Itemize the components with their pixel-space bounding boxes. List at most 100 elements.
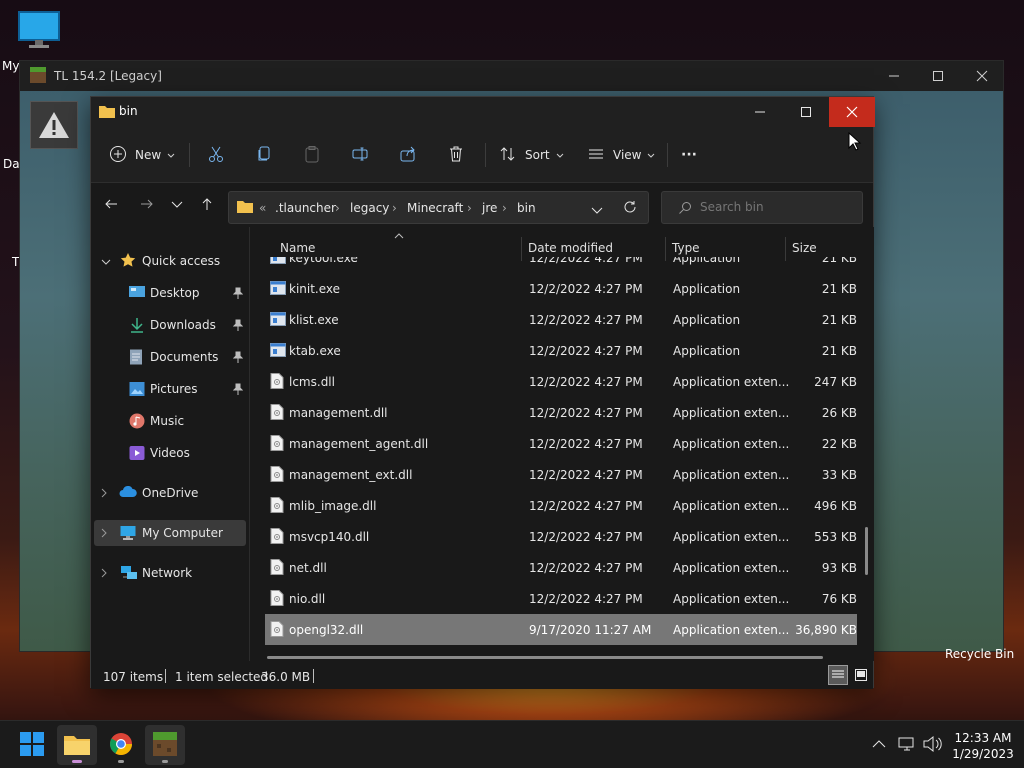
file-size: 496 KB [814,499,857,513]
sidebar-item-pictures[interactable]: Pictures [91,376,249,402]
file-date-modified: 12/2/2022 4:27 PM [529,561,643,575]
maximize-button[interactable] [783,97,829,127]
cut-button[interactable] [207,139,225,171]
sidebar-item-label: Documents [150,350,219,364]
search-input[interactable] [700,200,850,214]
sidebar-item-onedrive[interactable]: OneDrive [91,480,249,506]
volume-icon[interactable] [922,735,942,756]
launcher-minimize-button[interactable] [872,61,916,91]
new-label: New [135,148,162,162]
breadcrumb-bin[interactable]: bin [517,201,536,215]
column-name[interactable]: Name [280,241,315,255]
chevron-right-icon[interactable] [101,527,109,541]
monitor-icon[interactable] [17,10,61,53]
breadcrumb-overflow[interactable]: « [259,201,266,215]
sort-button[interactable]: Sort [499,139,564,171]
dll-file-icon [270,435,284,454]
launcher-close-button[interactable] [960,61,1004,91]
sort-ascending-caret-icon [394,228,404,242]
column-divider[interactable] [665,237,666,261]
sidebar-item-documents[interactable]: Documents [91,344,249,370]
table-row[interactable]: klist.exe 12/2/2022 4:27 PM Application 21 … [265,304,857,335]
breadcrumb-jre[interactable]: jre [482,201,497,215]
network-tray-icon[interactable] [898,735,916,756]
sidebar-item-label: Videos [150,446,190,460]
table-row[interactable]: management_ext.dll 12/2/2022 4:27 PM Appli… [265,459,857,490]
back-button[interactable] [97,191,125,219]
column-type[interactable]: Type [672,241,700,255]
table-row[interactable]: kinit.exe 12/2/2022 4:27 PM Application 21 … [265,273,857,304]
view-button[interactable]: View [587,139,655,171]
vertical-scrollbar-thumb[interactable] [865,527,868,575]
chevron-up-icon[interactable] [872,738,886,752]
address-history-chevron-icon[interactable] [591,204,603,218]
column-divider[interactable] [521,237,522,261]
sidebar-item-network[interactable]: Network [91,560,249,586]
address-bar[interactable]: « .tlauncher › legacy › Minecraft › jre … [228,191,649,224]
breadcrumb-legacy[interactable]: legacy [350,201,389,215]
chevron-down-icon [556,148,564,162]
recent-locations-button[interactable] [163,191,191,219]
details-view-icon[interactable] [828,665,848,685]
recycle-bin-label[interactable]: Recycle Bin [945,647,1014,661]
sidebar-item-videos[interactable]: Videos [91,440,249,466]
table-row[interactable]: management_agent.dll 12/2/2022 4:27 PM App… [265,428,857,459]
horizontal-scrollbar-thumb[interactable] [267,656,823,659]
breadcrumb-tlauncher[interactable]: .tlauncher [275,201,336,215]
chevron-right-icon[interactable] [101,487,109,501]
launcher-titlebar[interactable]: TL 154.2 [Legacy] [20,61,1003,91]
sidebar-item-desktop[interactable]: Desktop [91,280,249,306]
taskbar-tlauncher[interactable] [145,725,185,765]
up-button[interactable] [193,191,221,219]
tiles-view-icon[interactable] [851,665,871,685]
sidebar-item-quick-access[interactable]: Quick access [91,248,249,274]
launcher-maximize-button[interactable] [916,61,960,91]
start-button[interactable] [12,725,52,765]
taskbar-chrome[interactable] [101,725,141,765]
paste-button[interactable] [303,139,321,171]
sidebar-item-music[interactable]: Music [91,408,249,434]
table-row[interactable]: ktab.exe 12/2/2022 4:27 PM Application 21 K… [265,335,857,366]
column-size[interactable]: Size [792,241,817,255]
more-options-button[interactable]: ··· [681,139,697,171]
share-icon [399,145,417,166]
table-row[interactable]: mlib_image.dll 12/2/2022 4:27 PM Applicati… [265,490,857,521]
new-button[interactable]: New [109,139,175,171]
chevron-down-icon[interactable] [101,256,111,270]
dll-file-icon [270,373,284,392]
desktop-icon-label: My [2,59,20,73]
minecraft-block-icon [153,731,177,759]
warning-icon[interactable] [30,101,78,149]
rename-button[interactable] [351,139,369,171]
file-type: Application exten... [673,623,790,637]
file-type: Application [673,344,741,358]
close-button[interactable] [829,97,875,127]
copy-button[interactable] [255,139,273,171]
minimize-button[interactable] [737,97,783,127]
search-box[interactable] [661,191,863,224]
table-row[interactable]: nio.dll 12/2/2022 4:27 PM Application exte… [265,583,857,614]
table-row[interactable]: opengl32.dll 9/17/2020 11:27 AM Applicatio… [265,614,857,645]
sidebar-item-downloads[interactable]: Downloads [91,312,249,338]
clock-date: 1/29/2023 [952,747,1014,761]
column-divider[interactable] [785,237,786,261]
sidebar-item-label: Quick access [142,254,221,268]
explorer-titlebar[interactable]: bin [91,97,875,127]
chevron-right-icon[interactable] [101,567,109,581]
share-button[interactable] [399,139,417,171]
delete-button[interactable] [447,139,465,171]
refresh-icon[interactable] [623,200,637,217]
taskbar-file-explorer[interactable] [57,725,97,765]
file-type: Application exten... [673,592,790,606]
column-date-modified[interactable]: Date modified [528,241,613,255]
folder-icon [237,199,253,216]
table-row[interactable]: lcms.dll 12/2/2022 4:27 PM Application ext… [265,366,857,397]
forward-button[interactable] [133,191,161,219]
table-row[interactable]: net.dll 12/2/2022 4:27 PM Application exte… [265,552,857,583]
table-row[interactable]: msvcp140.dll 12/2/2022 4:27 PM Application… [265,521,857,552]
table-row[interactable]: management.dll 12/2/2022 4:27 PM Applicati… [265,397,857,428]
system-clock[interactable]: 12:33 AM 1/29/2023 [950,730,1016,762]
breadcrumb-minecraft[interactable]: Minecraft [407,201,463,215]
sidebar-item-my-computer[interactable]: My Computer [94,520,246,546]
status-divider [165,669,166,683]
